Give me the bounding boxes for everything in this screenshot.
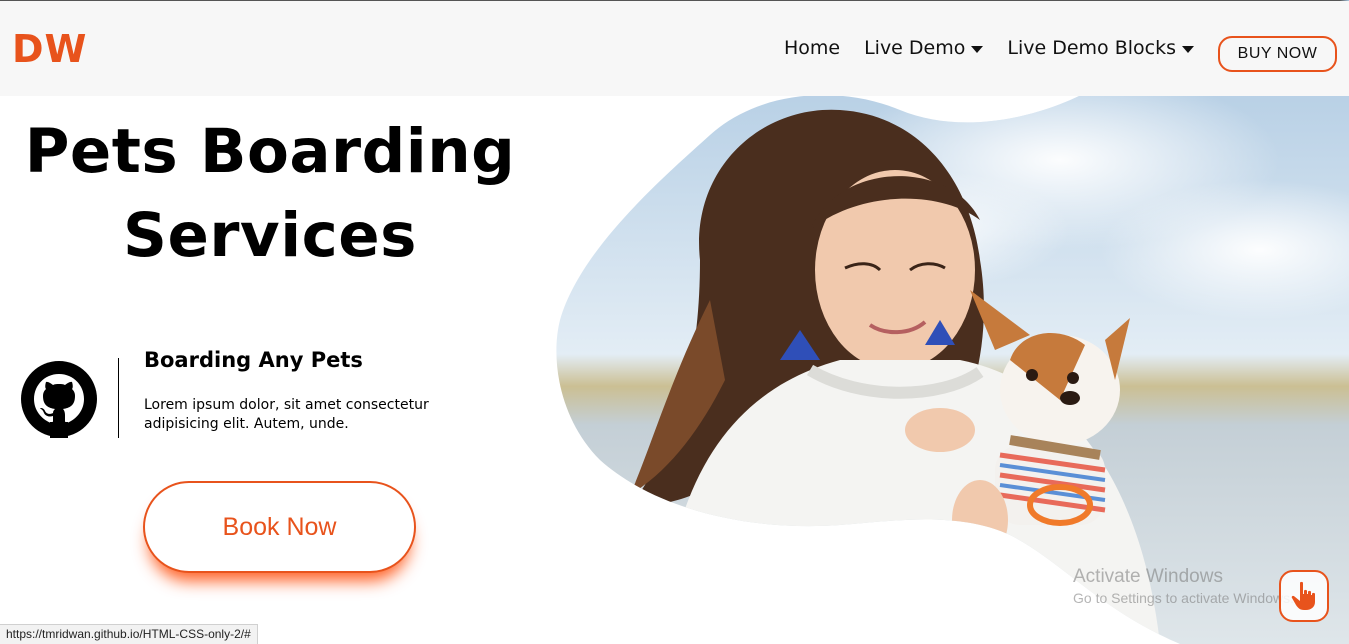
buy-now-button[interactable]: BUY NOW xyxy=(1218,36,1337,72)
nav-live-demo-blocks-label: Live Demo Blocks xyxy=(1007,37,1176,59)
feature-title: Boarding Any Pets xyxy=(144,348,363,372)
caret-down-icon xyxy=(1182,45,1194,53)
book-now-button[interactable]: Book Now xyxy=(143,481,416,573)
windows-activation-watermark: Activate Windows Go to Settings to activ… xyxy=(1073,566,1294,606)
hero-title-line1: Pets Boarding xyxy=(24,116,516,187)
caret-down-icon xyxy=(971,45,984,53)
logo[interactable]: DW xyxy=(12,27,87,71)
navbar: DW Home Live Demo Live Demo Blocks BUY N… xyxy=(0,1,1349,96)
hand-pointer-icon xyxy=(1291,581,1315,610)
watermark-line1: Activate Windows xyxy=(1073,566,1223,587)
status-bar-url: https://tmridwan.github.io/HTML-CSS-only… xyxy=(0,624,258,644)
feature-text: Lorem ipsum dolor, sit amet consectetur … xyxy=(144,397,429,432)
github-icon xyxy=(21,361,97,438)
nav-home[interactable]: Home xyxy=(784,37,840,59)
nav-links: Home Live Demo Live Demo Blocks xyxy=(784,37,1194,59)
watermark-line2: Go to Settings to activate Windows. xyxy=(1073,590,1294,606)
nav-live-demo[interactable]: Live Demo xyxy=(864,37,984,59)
nav-home-label: Home xyxy=(783,37,841,59)
nav-live-demo-blocks[interactable]: Live Demo Blocks xyxy=(1007,37,1194,59)
scroll-top-button[interactable] xyxy=(1279,570,1329,622)
hero-title: Pets Boarding Services xyxy=(20,110,520,278)
hero-image xyxy=(556,0,1349,644)
feature-divider xyxy=(118,358,119,438)
hero-title-line2: Services xyxy=(123,200,417,271)
nav-live-demo-label: Live Demo xyxy=(864,37,966,59)
